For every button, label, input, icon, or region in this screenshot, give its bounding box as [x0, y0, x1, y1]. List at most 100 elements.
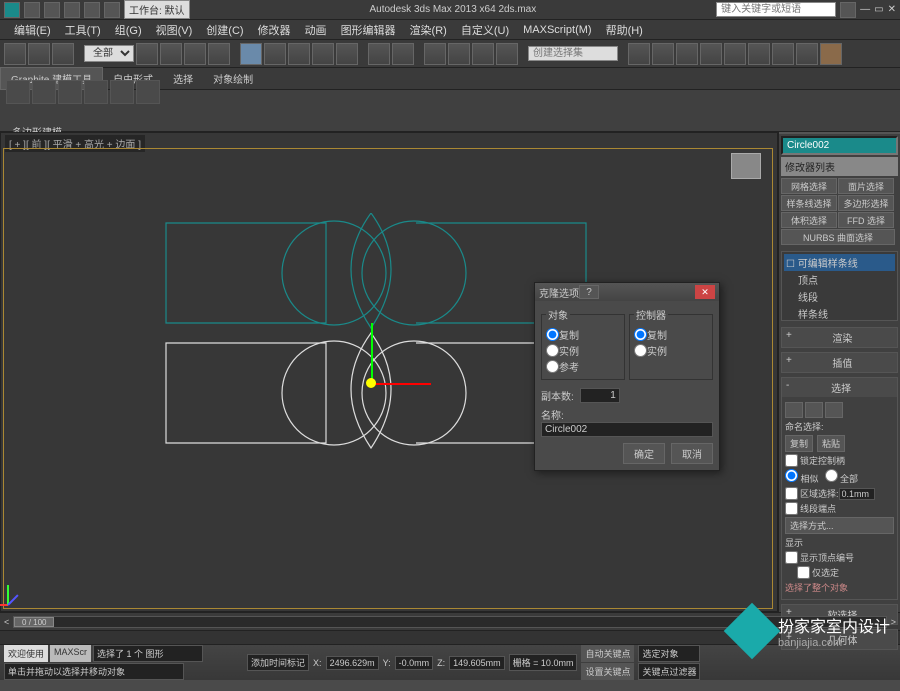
- dialog-help-button[interactable]: ?: [579, 285, 599, 299]
- modifier-list-dropdown[interactable]: 修改器列表: [781, 157, 898, 176]
- lock-selection-icon[interactable]: [207, 655, 223, 671]
- save-icon[interactable]: [64, 2, 80, 18]
- menu-animation[interactable]: 动画: [299, 20, 333, 40]
- time-slider[interactable]: < 0 / 100 >: [0, 612, 900, 630]
- menu-views[interactable]: 视图(V): [150, 20, 199, 40]
- only-selected-checkbox[interactable]: [797, 566, 810, 579]
- keyboard-shortcut-icon[interactable]: [392, 43, 414, 65]
- select-scale-icon[interactable]: [288, 43, 310, 65]
- coord-z[interactable]: 149.605mm: [449, 656, 505, 670]
- menu-edit[interactable]: 编辑(E): [8, 20, 57, 40]
- pivot-icon[interactable]: [336, 43, 358, 65]
- menu-group[interactable]: 组(G): [109, 20, 148, 40]
- render-icon[interactable]: [820, 43, 842, 65]
- autokey-button[interactable]: 自动关键点: [581, 645, 634, 662]
- align-icon[interactable]: [652, 43, 674, 65]
- obj-reference-radio[interactable]: [546, 360, 559, 373]
- obj-instance-radio[interactable]: [546, 344, 559, 357]
- mod-btn-patch-select[interactable]: 面片选择: [838, 178, 894, 194]
- segment-end-checkbox[interactable]: [785, 502, 798, 515]
- rollout-interp-label[interactable]: 插值: [832, 355, 852, 370]
- stack-editable-spline[interactable]: ☐ 可编辑样条线: [784, 254, 895, 271]
- isolate-icon[interactable]: [227, 655, 243, 671]
- undo-icon[interactable]: [84, 2, 100, 18]
- ribbon-tab-objectpaint[interactable]: 对象绘制: [203, 68, 263, 89]
- rollout-geometry-label[interactable]: 几何体: [827, 632, 857, 647]
- mod-btn-vol-select[interactable]: 体积选择: [781, 212, 837, 228]
- prev-frame-icon[interactable]: [721, 655, 737, 671]
- menu-customize[interactable]: 自定义(U): [455, 20, 515, 40]
- viewcube-icon[interactable]: [731, 153, 761, 179]
- clone-name-input[interactable]: [541, 422, 713, 437]
- tab-display-icon[interactable]: [860, 132, 880, 134]
- app-menu-icon[interactable]: [4, 2, 20, 18]
- curve-editor-icon[interactable]: [700, 43, 722, 65]
- tab-modify-icon[interactable]: [799, 132, 819, 134]
- new-icon[interactable]: [24, 2, 40, 18]
- object-name-field[interactable]: [781, 136, 898, 155]
- ribbon-btn-4[interactable]: [84, 80, 108, 104]
- copy-named-sel-button[interactable]: 复制: [785, 435, 813, 452]
- bind-spacewarp-icon[interactable]: [52, 43, 74, 65]
- keyfilters-button[interactable]: 关键点过滤器: [638, 663, 700, 680]
- help-search-input[interactable]: [716, 2, 836, 17]
- track-bar[interactable]: [0, 630, 900, 644]
- stack-spline[interactable]: 样条线: [784, 305, 895, 322]
- ribbon-btn-3[interactable]: [58, 80, 82, 104]
- nav-orbit-icon[interactable]: [792, 663, 808, 679]
- selection-filter-dropdown[interactable]: 全部: [84, 45, 134, 62]
- mirror-icon[interactable]: [628, 43, 650, 65]
- select-move-icon[interactable]: [240, 43, 262, 65]
- nav-maximize-icon[interactable]: [809, 663, 825, 679]
- snap-icon[interactable]: [424, 43, 446, 65]
- link-icon[interactable]: [4, 43, 26, 65]
- ctrl-instance-radio[interactable]: [634, 344, 647, 357]
- handles-all-radio[interactable]: [825, 469, 838, 482]
- setkey-button[interactable]: 设置关键点: [581, 663, 634, 680]
- material-editor-icon[interactable]: [748, 43, 770, 65]
- layers-icon[interactable]: [676, 43, 698, 65]
- nav-zoom-icon[interactable]: [809, 646, 825, 662]
- maxscript-tab[interactable]: MAXScr: [50, 645, 91, 662]
- open-icon[interactable]: [44, 2, 60, 18]
- window-crossing-icon[interactable]: [208, 43, 230, 65]
- next-frame-icon[interactable]: [755, 655, 771, 671]
- mod-btn-ffd-select[interactable]: FFD 选择: [838, 212, 894, 228]
- nav-pan-icon[interactable]: [792, 646, 808, 662]
- mod-btn-mesh-select[interactable]: 网格选择: [781, 178, 837, 194]
- subobj-segment-icon[interactable]: [805, 402, 823, 418]
- lock-handles-checkbox[interactable]: [785, 454, 798, 467]
- mod-btn-spline-select[interactable]: 样条线选择: [781, 195, 837, 211]
- coord-x[interactable]: 2496.629m: [326, 656, 379, 670]
- ctrl-copy-radio[interactable]: [634, 328, 647, 341]
- mod-btn-poly-select[interactable]: 多边形选择: [838, 195, 894, 211]
- dialog-ok-button[interactable]: 确定: [623, 443, 665, 464]
- schematic-view-icon[interactable]: [724, 43, 746, 65]
- ref-coord-icon[interactable]: [312, 43, 334, 65]
- menu-grapheditors[interactable]: 图形编辑器: [335, 20, 402, 40]
- tab-utilities-icon[interactable]: [880, 132, 900, 134]
- area-select-checkbox[interactable]: [785, 487, 798, 500]
- area-select-spinner[interactable]: [839, 488, 875, 500]
- keymode-dropdown[interactable]: 选定对象: [638, 645, 700, 662]
- ribbon-btn-6[interactable]: [136, 80, 160, 104]
- select-region-icon[interactable]: [184, 43, 206, 65]
- menu-help[interactable]: 帮助(H): [600, 20, 649, 40]
- ribbon-btn-2[interactable]: [32, 80, 56, 104]
- show-vertex-num-checkbox[interactable]: [785, 551, 798, 564]
- unlink-icon[interactable]: [28, 43, 50, 65]
- minimize-button[interactable]: —: [860, 4, 870, 15]
- welcome-tab[interactable]: 欢迎使用: [4, 645, 48, 662]
- tab-motion-icon[interactable]: [840, 132, 860, 134]
- redo-icon[interactable]: [104, 2, 120, 18]
- goto-end-icon[interactable]: [772, 655, 788, 671]
- select-icon[interactable]: [136, 43, 158, 65]
- dialog-cancel-button[interactable]: 取消: [671, 443, 713, 464]
- play-icon[interactable]: [738, 655, 754, 671]
- menu-maxscript[interactable]: MAXScript(M): [517, 22, 597, 38]
- rollout-selection-label[interactable]: 选择: [831, 380, 851, 395]
- spinner-snap-icon[interactable]: [496, 43, 518, 65]
- nav-zoomext-icon[interactable]: [826, 646, 842, 662]
- coord-y[interactable]: -0.0mm: [395, 656, 434, 670]
- percent-snap-icon[interactable]: [472, 43, 494, 65]
